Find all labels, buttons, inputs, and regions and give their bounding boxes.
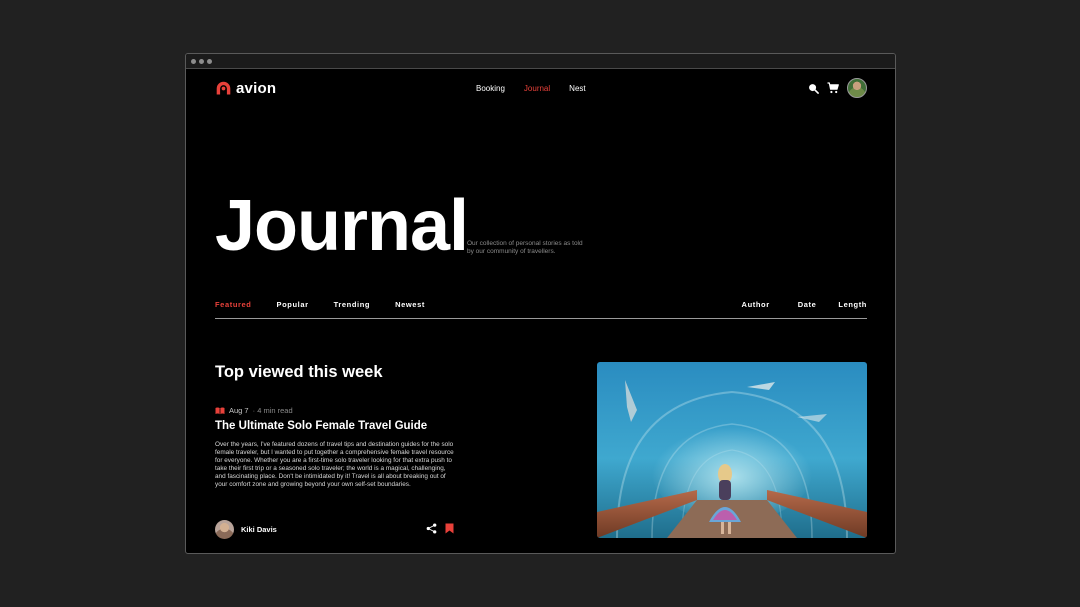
nav-item-nest[interactable]: Nest — [569, 84, 585, 93]
window-dot-maximize[interactable] — [207, 58, 212, 64]
article-read-time: · 4 min read — [252, 406, 293, 415]
page-title: Journal — [215, 186, 469, 266]
article-author[interactable]: Kiki Davis — [215, 520, 277, 539]
tab-trending[interactable]: Trending — [334, 300, 370, 309]
bookmark-icon[interactable] — [445, 523, 454, 534]
top-nav: avion Booking Journal Nest — [186, 69, 895, 109]
window-dot-close[interactable] — [191, 58, 196, 64]
sort-author[interactable]: Author — [742, 300, 770, 309]
article-excerpt: Over the years, I've featured dozens of … — [215, 441, 454, 488]
author-name: Kiki Davis — [241, 525, 277, 534]
page-subtitle: Our collection of personal stories as to… — [467, 240, 583, 256]
logo-icon — [216, 81, 231, 95]
article-title[interactable]: The Ultimate Solo Female Travel Guide — [215, 420, 427, 432]
browser-window: avion Booking Journal Nest Journal Our c… — [185, 53, 896, 554]
book-icon — [215, 407, 225, 414]
main-menu: Booking Journal Nest — [476, 84, 586, 93]
window-dot-minimize[interactable] — [199, 58, 204, 64]
search-icon[interactable] — [807, 82, 819, 94]
article-meta: Aug 7 · 4 min read — [215, 406, 293, 415]
nav-item-booking[interactable]: Booking — [476, 84, 505, 93]
brand-logo[interactable]: avion — [215, 80, 276, 97]
article-actions — [426, 523, 454, 534]
filter-tabs: Featured Popular Trending Newest Author … — [215, 300, 867, 314]
tabs-divider — [215, 318, 867, 319]
tab-popular[interactable]: Popular — [276, 300, 308, 309]
share-icon[interactable] — [426, 523, 437, 534]
article-date: Aug 7 — [229, 406, 249, 415]
user-avatar[interactable] — [847, 78, 867, 98]
sort-date[interactable]: Date — [798, 300, 817, 309]
brand-name: avion — [236, 80, 277, 97]
aquarium-tunnel-photo — [597, 362, 867, 538]
author-avatar — [215, 520, 234, 539]
tab-newest[interactable]: Newest — [395, 300, 425, 309]
nav-item-journal[interactable]: Journal — [524, 84, 550, 93]
nav-actions — [807, 78, 867, 98]
sort-length[interactable]: Length — [838, 300, 867, 309]
article-image[interactable] — [597, 362, 867, 538]
section-title: Top viewed this week — [215, 363, 383, 381]
cart-icon[interactable] — [827, 82, 839, 94]
window-titlebar — [186, 54, 895, 69]
tab-featured[interactable]: Featured — [215, 300, 251, 309]
